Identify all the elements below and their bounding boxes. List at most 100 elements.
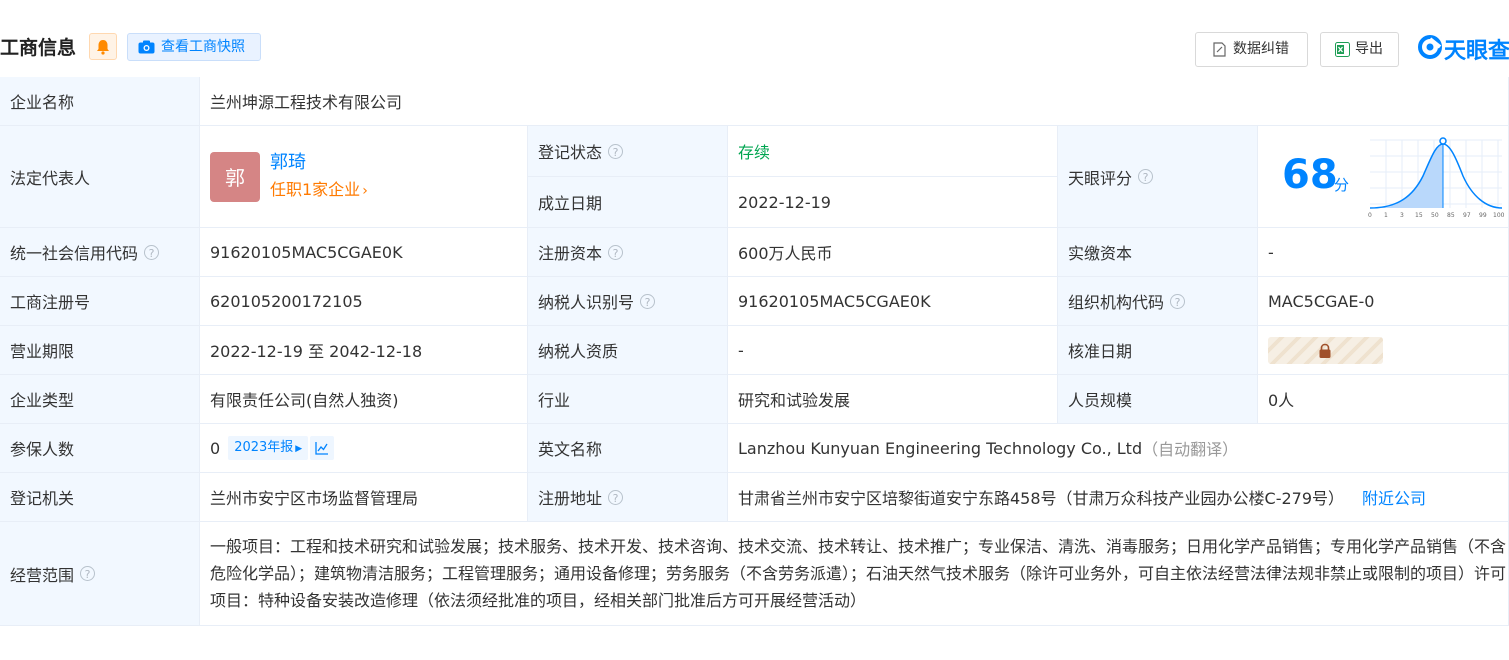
insured-cell: 0 2023年报 ▶ — [200, 424, 528, 473]
credit-code-label-text: 统一社会信用代码 — [10, 244, 139, 263]
camera-icon — [138, 40, 155, 54]
axis-tick: 50 — [1431, 212, 1439, 219]
legal-rep-companies-text: 任职1家企业 — [270, 179, 361, 199]
axis-tick: 100 — [1493, 212, 1505, 219]
line-chart-icon — [315, 442, 329, 455]
scope-cell: 一般项目：工程和技术研究和试验发展；技术服务、技术开发、技术咨询、技术交流、技术… — [200, 522, 1509, 626]
value-company-name: 兰州坤源工程技术有限公司 — [200, 77, 1509, 126]
help-icon[interactable]: ? — [608, 489, 624, 505]
value-org-code: MAC5CGAE-0 — [1258, 277, 1509, 326]
legal-rep-name-link[interactable]: 郭琦 — [270, 149, 368, 176]
approve-date-cell — [1258, 326, 1509, 375]
caret-right-icon: ▶ — [295, 444, 303, 454]
axis-tick: 99 — [1479, 212, 1487, 219]
label-address: 注册地址? — [528, 473, 728, 522]
label-industry: 行业 — [528, 375, 728, 424]
section-title: 工商信息 — [0, 37, 77, 59]
label-taxpayer-id: 纳税人识别号? — [528, 277, 728, 326]
reg-status-label-text: 登记状态 — [538, 143, 603, 162]
value-found-date: 2022-12-19 — [728, 177, 1058, 228]
section-header: 工商信息 查看工商快照 数据纠错 导出 天眼查 — [0, 0, 1509, 77]
scope-label-text: 经营范围 — [10, 565, 75, 585]
value-taxpayer-id: 91620105MAC5CGAE0K — [728, 277, 1058, 326]
snapshot-label: 查看工商快照 — [161, 39, 245, 55]
value-tax-qual: - — [728, 326, 1058, 375]
edit-doc-icon — [1213, 42, 1226, 57]
value-company-type: 有限责任公司(自然人独资) — [200, 375, 528, 424]
label-legal-rep: 法定代表人 — [0, 126, 200, 228]
data-correct-button[interactable]: 数据纠错 — [1195, 32, 1308, 67]
help-icon[interactable]: ? — [80, 566, 96, 581]
value-paid-capital: - — [1258, 228, 1509, 277]
logo-text: 天眼查 — [1444, 39, 1509, 64]
score-distribution-chart: 0 1 3 15 50 85 97 99 100 — [1368, 137, 1505, 219]
score-unit: 分 — [1334, 176, 1350, 194]
value-insured: 0 — [210, 438, 221, 458]
value-scope: 一般项目：工程和技术研究和试验发展；技术服务、技术开发、技术咨询、技术交流、技术… — [210, 537, 1507, 610]
export-button[interactable]: 导出 — [1320, 32, 1399, 67]
lock-icon — [1319, 343, 1331, 358]
annual-report-year: 2023年报 — [234, 440, 294, 455]
value-english-name: Lanzhou Kunyuan Engineering Technology C… — [738, 438, 1143, 458]
label-authority: 登记机关 — [0, 473, 200, 522]
score-label-text: 天眼评分 — [1068, 168, 1133, 188]
value-reg-capital: 600万人民币 — [728, 228, 1058, 277]
label-company-type: 企业类型 — [0, 375, 200, 424]
value-reg-no: 620105200172105 — [200, 277, 528, 326]
value-reg-status: 存续 — [728, 126, 1058, 177]
value-authority: 兰州市安宁区市场监督管理局 — [200, 473, 528, 522]
axis-tick: 0 — [1368, 212, 1372, 219]
address-cell: 甘肃省兰州市安宁区培黎街道安宁东路458号（甘肃万众科技产业园办公楼C-279号… — [728, 473, 1509, 522]
data-correct-label: 数据纠错 — [1233, 41, 1289, 57]
legal-rep-companies-link[interactable]: 任职1家企业 › — [270, 176, 368, 205]
excel-icon — [1335, 42, 1350, 57]
snapshot-button[interactable]: 查看工商快照 — [127, 33, 261, 61]
value-industry: 研究和试验发展 — [728, 375, 1058, 424]
trend-chart-button[interactable] — [310, 436, 335, 460]
axis-tick: 85 — [1447, 212, 1455, 219]
label-reg-capital: 注册资本? — [528, 228, 728, 277]
bell-icon — [97, 40, 109, 55]
nearby-companies-link[interactable]: 附近公司 — [1362, 485, 1426, 509]
label-reg-no: 工商注册号 — [0, 277, 200, 326]
value-credit-code: 91620105MAC5CGAE0K — [200, 228, 528, 277]
help-icon[interactable]: ? — [1138, 169, 1154, 184]
label-approve-date: 核准日期 — [1058, 326, 1258, 375]
label-staff: 人员规模 — [1058, 375, 1258, 424]
label-tax-qual: 纳税人资质 — [528, 326, 728, 375]
axis-tick: 3 — [1400, 212, 1404, 219]
org-code-label-text: 组织机构代码 — [1068, 293, 1165, 312]
help-icon[interactable]: ? — [144, 244, 160, 260]
axis-tick: 97 — [1463, 212, 1471, 219]
export-label: 导出 — [1355, 41, 1383, 57]
follow-button[interactable] — [89, 33, 117, 60]
label-found-date: 成立日期 — [528, 177, 728, 228]
label-company-name: 企业名称 — [0, 77, 200, 126]
annual-report-year-selector[interactable]: 2023年报 ▶ — [228, 436, 309, 460]
label-reg-status: 登记状态? — [528, 126, 728, 177]
english-name-cell: Lanzhou Kunyuan Engineering Technology C… — [728, 424, 1509, 473]
taxpayer-id-label-text: 纳税人识别号 — [538, 293, 635, 312]
label-org-code: 组织机构代码? — [1058, 277, 1258, 326]
label-score: 天眼评分? — [1058, 126, 1258, 228]
legal-rep-cell: 郭 郭琦 任职1家企业 › — [200, 126, 528, 228]
label-paid-capital: 实缴资本 — [1058, 228, 1258, 277]
label-insured: 参保人数 — [0, 424, 200, 473]
score-value: 68 — [1282, 152, 1338, 198]
value-staff: 0人 — [1258, 375, 1509, 424]
avatar: 郭 — [210, 151, 260, 202]
label-scope: 经营范围? — [0, 522, 200, 626]
label-credit-code: 统一社会信用代码? — [0, 228, 200, 277]
value-address: 甘肃省兰州市安宁区培黎街道安宁东路458号（甘肃万众科技产业园办公楼C-279号… — [738, 489, 1345, 508]
label-english-name: 英文名称 — [528, 424, 728, 473]
auto-translate-note: （自动翻译） — [1142, 440, 1239, 459]
vip-locked-field[interactable] — [1268, 336, 1383, 364]
help-icon[interactable]: ? — [640, 293, 656, 309]
help-icon[interactable]: ? — [608, 244, 624, 260]
score-cell[interactable]: 68 分 0 1 3 15 50 85 97 99 100 — [1258, 126, 1509, 228]
axis-tick: 1 — [1384, 212, 1388, 219]
help-icon[interactable]: ? — [1170, 293, 1186, 309]
help-icon[interactable]: ? — [608, 143, 624, 159]
reg-capital-label-text: 注册资本 — [538, 244, 603, 263]
address-label-text: 注册地址 — [538, 489, 603, 508]
